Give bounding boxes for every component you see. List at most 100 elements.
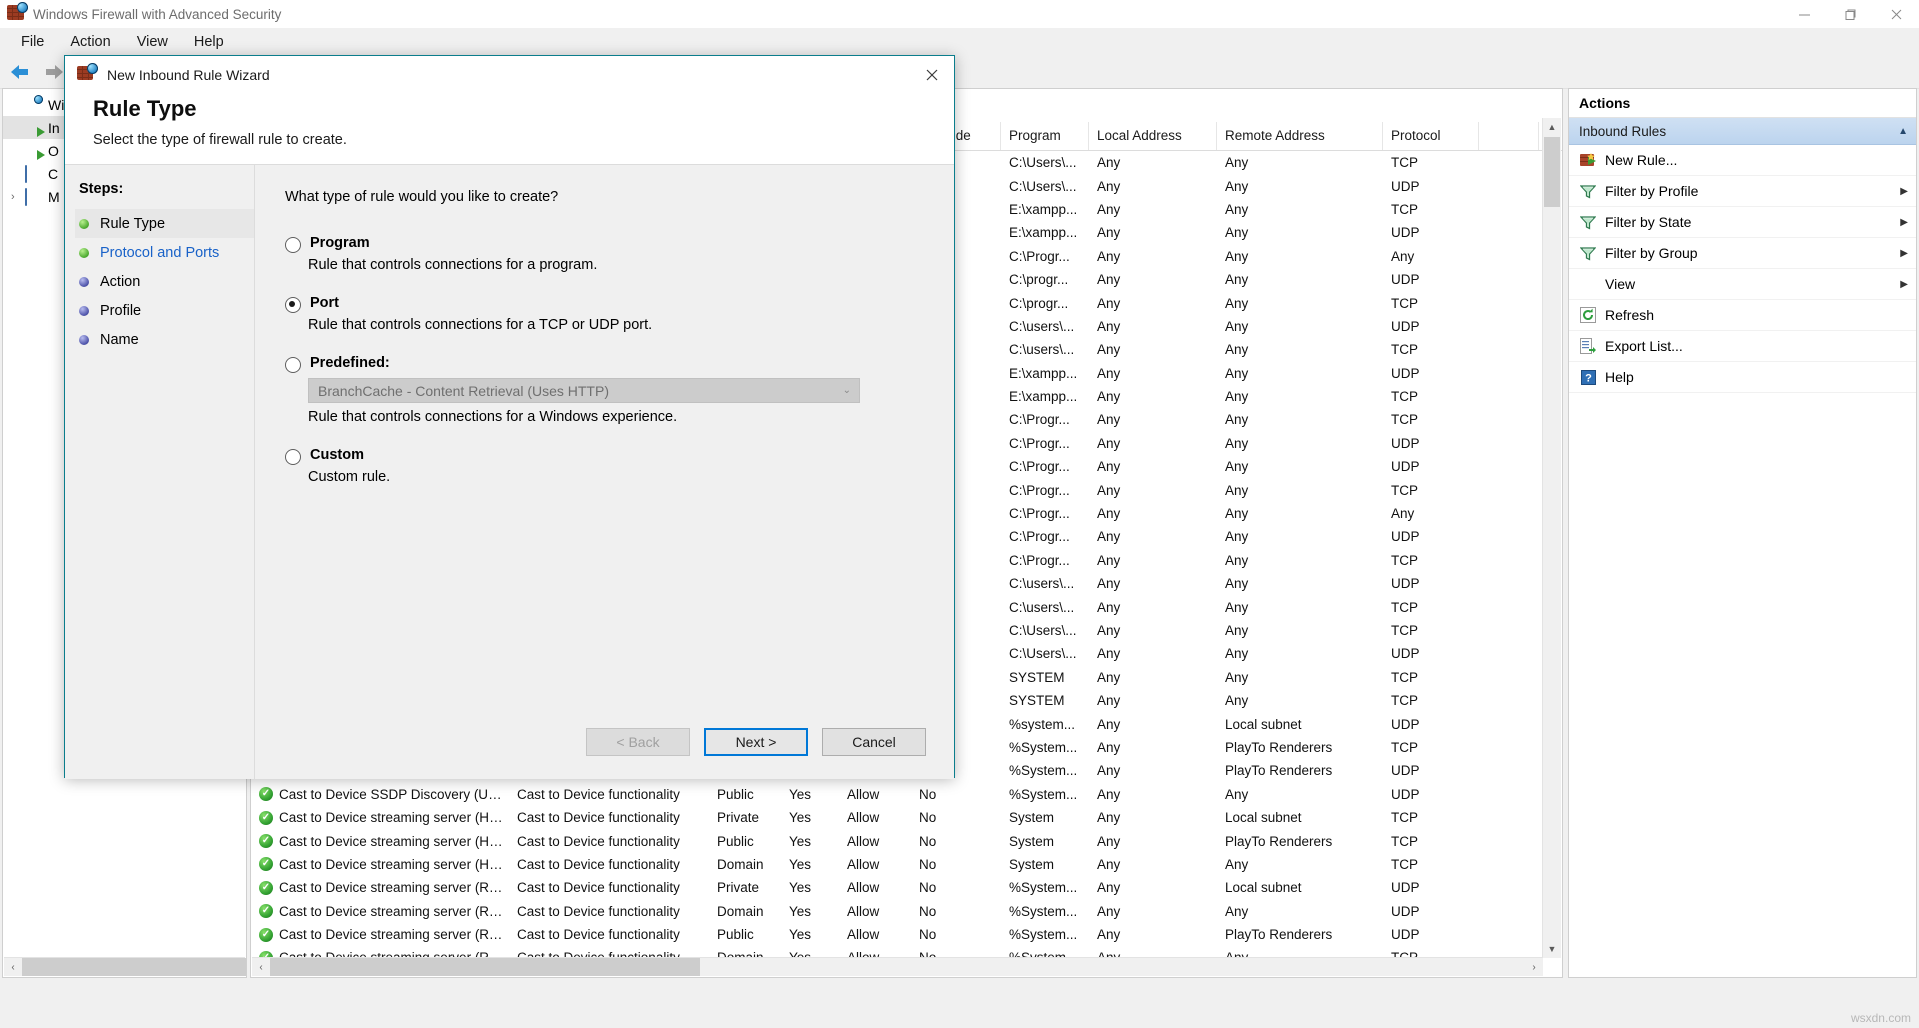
scroll-track[interactable]: [270, 958, 1525, 976]
table-row[interactable]: Cast to Device streaming server (RTCP-St…: [251, 876, 1562, 899]
back-button[interactable]: < Back: [586, 728, 690, 756]
list-horizontal-scrollbar[interactable]: ‹ ›: [252, 957, 1543, 976]
wizard-step-label: Rule Type: [100, 216, 165, 232]
cell-local-address: Any: [1089, 412, 1217, 427]
cell-local-address: Any: [1089, 366, 1217, 381]
chevron-down-icon[interactable]: ⌄: [843, 385, 851, 396]
wizard-step-action[interactable]: Action: [75, 267, 254, 296]
scroll-down-icon[interactable]: ▼: [1543, 940, 1561, 958]
cell-remote-address: Any: [1217, 272, 1383, 287]
cell-remote-address: Any: [1217, 366, 1383, 381]
rule-type-desc-custom: Custom rule.: [308, 469, 924, 485]
cell-override: No: [911, 880, 1001, 895]
tree-horizontal-scrollbar[interactable]: ‹ ›: [4, 957, 245, 976]
table-row[interactable]: Cast to Device streaming server (RTCP-St…: [251, 923, 1562, 946]
predefined-rule-dropdown[interactable]: BranchCache - Content Retrieval (Uses HT…: [308, 378, 860, 403]
filter-icon: [1577, 184, 1599, 199]
cell-local-address: Any: [1089, 459, 1217, 474]
chevron-up-icon[interactable]: ▲: [1898, 126, 1908, 137]
scroll-right-icon[interactable]: ›: [1525, 958, 1543, 976]
table-row[interactable]: Cast to Device streaming server (HTTP-St…: [251, 806, 1562, 829]
dialog-title: New Inbound Rule Wizard: [107, 67, 270, 83]
wizard-step-protocol-and-ports[interactable]: Protocol and Ports: [75, 238, 254, 267]
radio-program[interactable]: [285, 237, 301, 253]
scroll-thumb[interactable]: [22, 958, 247, 976]
action-item-export-list[interactable]: Export List...: [1569, 331, 1916, 362]
column-header-program[interactable]: Program: [1001, 122, 1089, 150]
rule-type-desc-predefined: Rule that controls connections for a Win…: [308, 409, 924, 425]
rule-type-option-predefined[interactable]: Predefined:: [285, 355, 924, 373]
tree-expander-icon[interactable]: ›: [11, 191, 25, 203]
cell-protocol: UDP: [1383, 717, 1479, 732]
tree-item-label: C: [48, 166, 58, 182]
menu-view[interactable]: View: [124, 30, 181, 54]
action-item-label: Refresh: [1605, 307, 1654, 323]
actions-group-inbound-rules[interactable]: Inbound Rules ▲: [1569, 118, 1916, 145]
cell-remote-address: Any: [1217, 506, 1383, 521]
action-item-refresh[interactable]: Refresh: [1569, 300, 1916, 331]
cell-remote-address: Local subnet: [1217, 717, 1383, 732]
scroll-thumb[interactable]: [1544, 137, 1560, 207]
cell-remote-address: PlayTo Renderers: [1217, 740, 1383, 755]
table-row[interactable]: Cast to Device streaming server (HTTP-St…: [251, 829, 1562, 852]
maximize-icon[interactable]: [1827, 0, 1873, 28]
radio-port[interactable]: [285, 297, 301, 313]
cell-local-address: Any: [1089, 576, 1217, 591]
cell-program: C:\Users\...: [1001, 623, 1089, 638]
back-arrow-icon[interactable]: [6, 60, 34, 84]
cell-local-address: Any: [1089, 670, 1217, 685]
submenu-arrow-icon[interactable]: ▶: [1900, 279, 1908, 290]
menu-help[interactable]: Help: [181, 30, 237, 54]
action-item-view[interactable]: View▶: [1569, 269, 1916, 300]
connection-security-icon: [25, 166, 43, 182]
table-row[interactable]: Cast to Device streaming server (HTTP-St…: [251, 853, 1562, 876]
cancel-button[interactable]: Cancel: [822, 728, 926, 756]
scroll-track[interactable]: [22, 958, 227, 976]
action-item-label: Filter by Profile: [1605, 183, 1698, 199]
next-button[interactable]: Next >: [704, 728, 808, 756]
rule-type-option-port[interactable]: Port: [285, 295, 924, 313]
column-header-local-address[interactable]: Local Address: [1089, 122, 1217, 150]
action-item-filter-by-group[interactable]: Filter by Group▶: [1569, 238, 1916, 269]
action-item-help[interactable]: ?Help: [1569, 362, 1916, 393]
new-rule-icon: [1577, 153, 1599, 168]
action-item-new-rule[interactable]: New Rule...: [1569, 145, 1916, 176]
table-row[interactable]: Cast to Device SSDP Discovery (UDP-In)Ca…: [251, 783, 1562, 806]
list-vertical-scrollbar[interactable]: ▲ ▼: [1542, 118, 1561, 958]
enabled-shield-icon: [259, 834, 273, 848]
close-icon[interactable]: [910, 56, 954, 94]
wizard-step-profile[interactable]: Profile: [75, 296, 254, 325]
submenu-arrow-icon[interactable]: ▶: [1900, 248, 1908, 259]
cell-profile: Public: [709, 787, 781, 802]
scroll-left-icon[interactable]: ‹: [4, 958, 22, 976]
cell-local-address: Any: [1089, 810, 1217, 825]
menu-action[interactable]: Action: [57, 30, 123, 54]
rule-type-option-custom[interactable]: Custom: [285, 447, 924, 465]
radio-predefined[interactable]: [285, 357, 301, 373]
table-row[interactable]: Cast to Device streaming server (RTCP-St…: [251, 900, 1562, 923]
column-header-remote-address[interactable]: Remote Address: [1217, 122, 1383, 150]
scroll-thumb[interactable]: [270, 958, 700, 976]
submenu-arrow-icon[interactable]: ▶: [1900, 217, 1908, 228]
cell-local-address: Any: [1089, 389, 1217, 404]
wizard-step-name[interactable]: Name: [75, 325, 254, 354]
radio-custom[interactable]: [285, 449, 301, 465]
cell-local-address: Any: [1089, 857, 1217, 872]
scroll-up-icon[interactable]: ▲: [1543, 118, 1561, 136]
wizard-step-rule-type[interactable]: Rule Type: [75, 209, 254, 238]
cell-local-address: Any: [1089, 834, 1217, 849]
action-item-filter-by-profile[interactable]: Filter by Profile ▶: [1569, 176, 1916, 207]
firewall-globe-icon: [77, 66, 97, 84]
submenu-arrow-icon[interactable]: ▶: [1900, 186, 1908, 197]
rule-type-option-program[interactable]: Program: [285, 235, 924, 253]
menu-file[interactable]: File: [8, 30, 57, 54]
close-icon[interactable]: [1873, 0, 1919, 28]
cell-program: %System...: [1001, 904, 1089, 919]
scroll-left-icon[interactable]: ‹: [252, 958, 270, 976]
minimize-icon[interactable]: [1781, 0, 1827, 28]
cell-local-address: Any: [1089, 623, 1217, 638]
cell-program: %System...: [1001, 880, 1089, 895]
column-header-protocol[interactable]: Protocol: [1383, 122, 1479, 150]
new-inbound-rule-wizard-dialog: New Inbound Rule Wizard Rule Type Select…: [64, 55, 955, 778]
action-item-filter-by-state[interactable]: Filter by State▶: [1569, 207, 1916, 238]
